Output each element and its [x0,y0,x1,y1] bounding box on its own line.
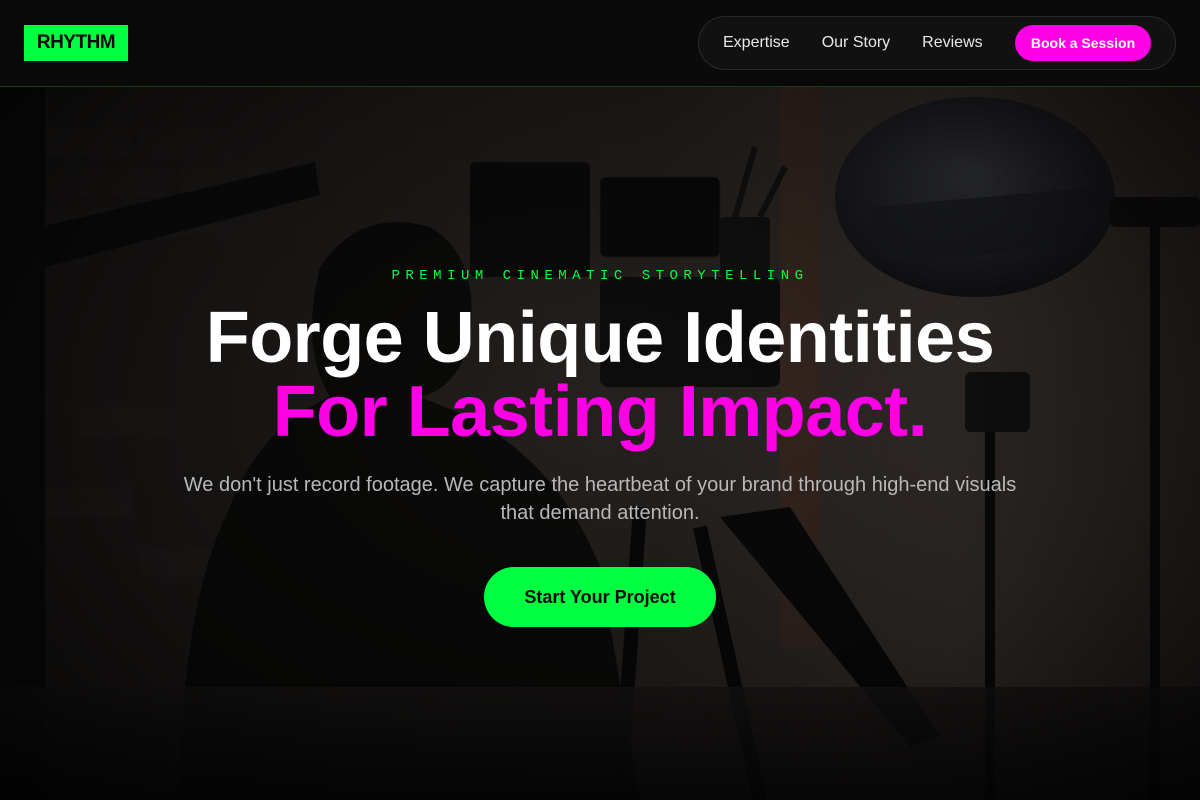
hero-headline: Forge Unique Identities [205,298,995,378]
brand-logo[interactable]: RHYTHM [24,25,128,61]
start-project-button[interactable]: Start Your Project [484,567,716,627]
site-header: RHYTHM Expertise Our Story Reviews Book … [0,0,1200,87]
nav-link-our-story[interactable]: Our Story [822,34,890,52]
hero-eyebrow: PREMIUM CINEMATIC STORYTELLING [391,268,809,284]
main-nav: Expertise Our Story Reviews Book a Sessi… [698,16,1176,70]
hero-headline-accent: For Lasting Impact. [272,372,928,452]
book-session-button[interactable]: Book a Session [1015,25,1151,61]
nav-link-expertise[interactable]: Expertise [723,34,790,52]
hero-subtext: We don't just record footage. We capture… [183,474,1017,524]
landing-page: RHYTHM Expertise Our Story Reviews Book … [0,0,1200,800]
nav-link-reviews[interactable]: Reviews [922,34,982,52]
